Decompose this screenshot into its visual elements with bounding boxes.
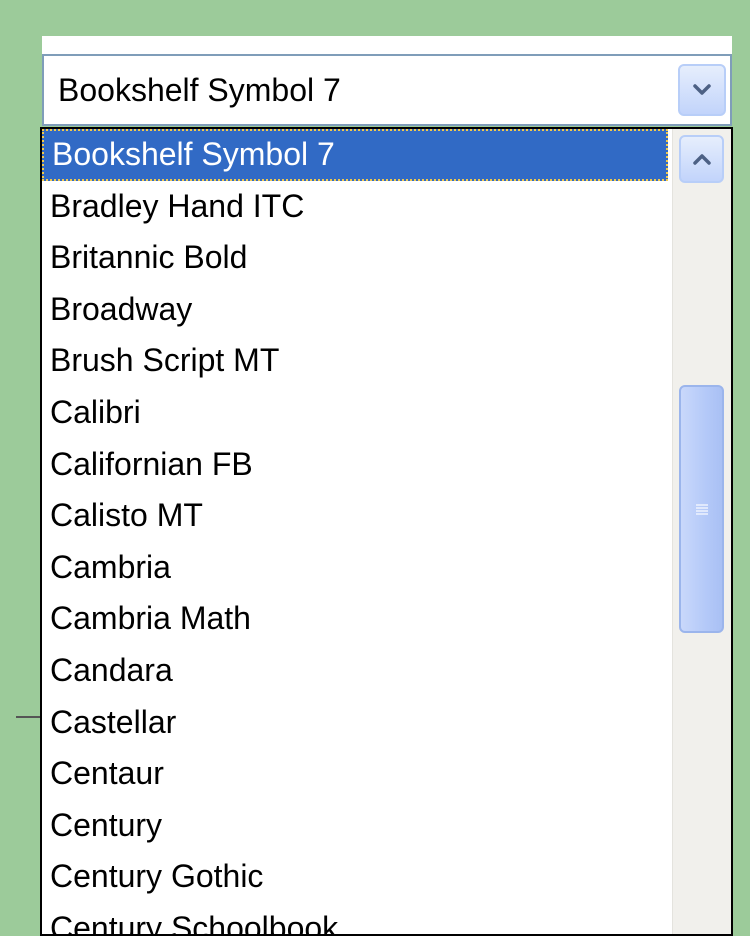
list-item[interactable]: Brush Script MT (42, 335, 670, 387)
frame-line (16, 716, 40, 718)
list-item[interactable]: Bradley Hand ITC (42, 181, 670, 233)
chevron-down-icon (693, 84, 711, 95)
list-item[interactable]: Castellar (42, 697, 670, 749)
chevron-up-icon (692, 154, 711, 165)
list-item[interactable]: Century (42, 800, 670, 852)
list-item[interactable]: Californian FB (42, 439, 670, 491)
list-item-selected[interactable]: Bookshelf Symbol 7 (42, 129, 668, 181)
list-item[interactable]: Candara (42, 645, 670, 697)
list-item[interactable]: Century Schoolbook (42, 903, 670, 934)
list-item[interactable]: Britannic Bold (42, 232, 670, 284)
list-item[interactable]: Calibri (42, 387, 670, 439)
combo-dropdown-button[interactable] (678, 64, 726, 116)
list-item[interactable]: Cambria Math (42, 593, 670, 645)
grip-icon (695, 504, 708, 515)
list-item[interactable]: Calisto MT (42, 490, 670, 542)
font-list: Bookshelf Symbol 7 Bradley Hand ITC Brit… (42, 129, 670, 934)
list-item[interactable]: Century Gothic (42, 851, 670, 903)
combo-selected-value: Bookshelf Symbol 7 (58, 72, 341, 108)
font-combo-box[interactable]: Bookshelf Symbol 7 (42, 54, 732, 126)
font-dropdown-list[interactable]: Bookshelf Symbol 7 Bradley Hand ITC Brit… (40, 127, 733, 936)
vertical-scrollbar[interactable] (672, 129, 731, 934)
panel-strip (42, 36, 732, 54)
list-item[interactable]: Centaur (42, 748, 670, 800)
scroll-thumb[interactable] (679, 385, 724, 633)
list-item[interactable]: Cambria (42, 542, 670, 594)
scroll-up-button[interactable] (679, 135, 724, 183)
list-item[interactable]: Broadway (42, 284, 670, 336)
